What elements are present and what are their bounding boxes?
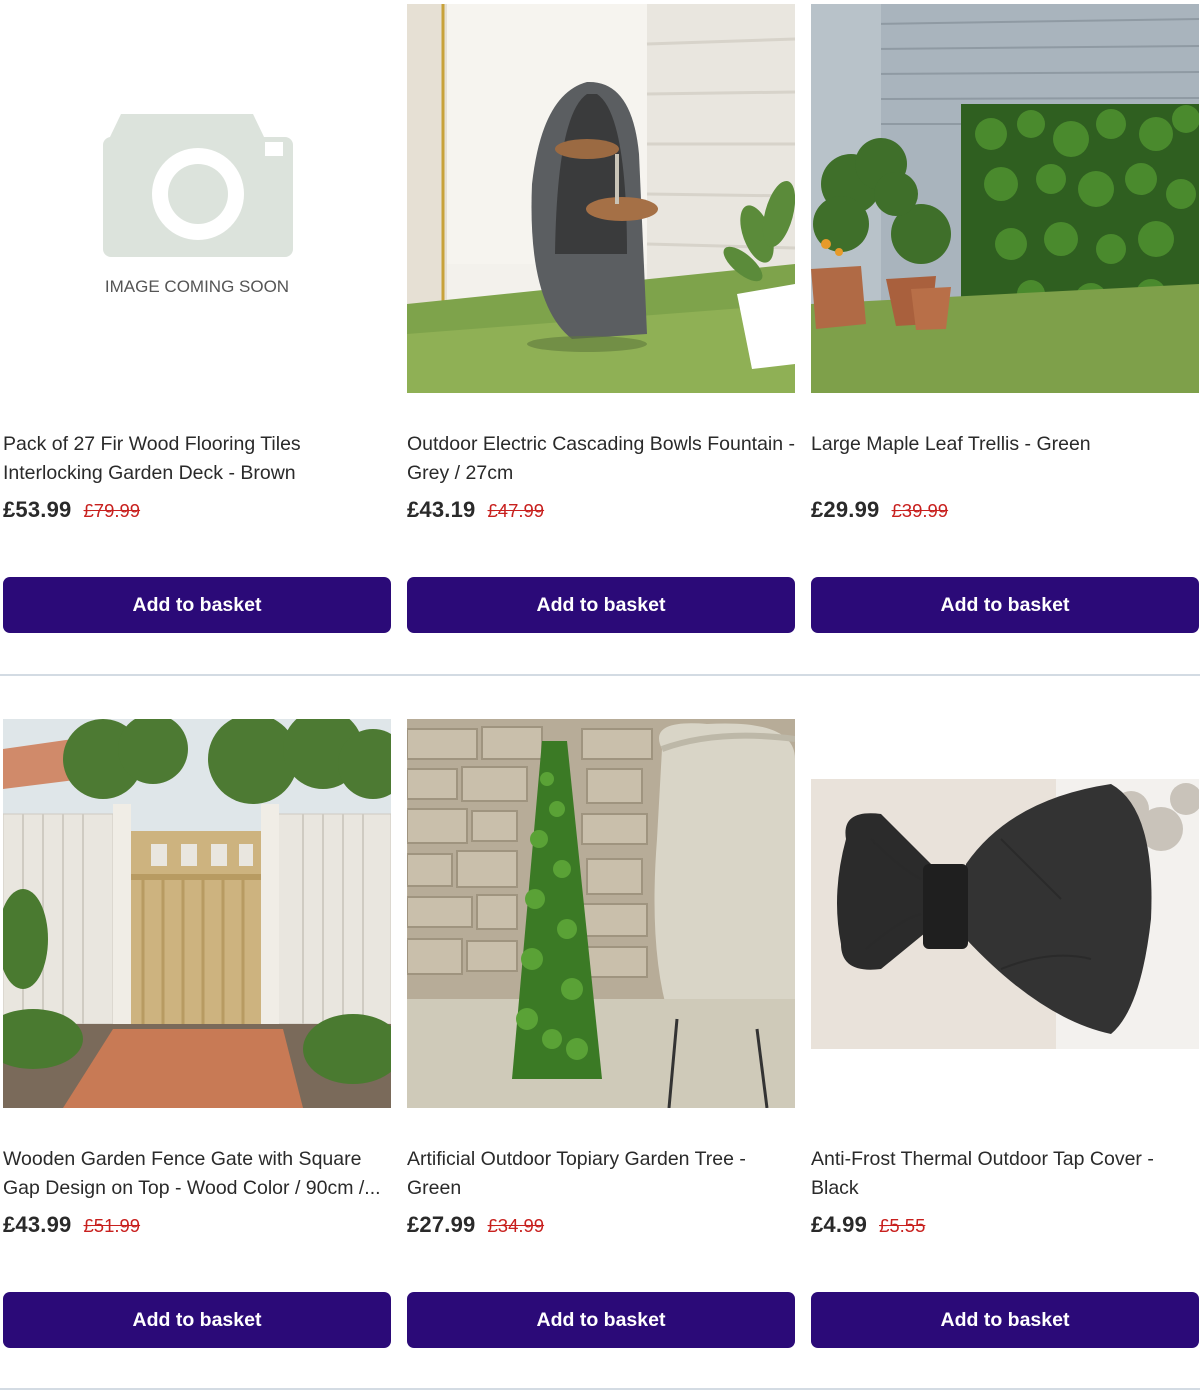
camera-placeholder-icon: IMAGE COMING SOON — [3, 4, 391, 393]
sale-price: £53.99 — [3, 497, 72, 522]
product-image[interactable] — [811, 719, 1199, 1108]
tap-cover-photo — [811, 719, 1199, 1108]
was-price: £47.99 — [487, 500, 545, 521]
product-title-line: Outdoor Electric Cascading Bowls Fountai… — [407, 433, 795, 455]
product-title-line: Interlocking Garden Deck - Brown — [3, 462, 296, 484]
sale-price: £29.99 — [811, 497, 880, 522]
price-block: £4.99 £5.55 — [811, 1212, 925, 1244]
sale-price: £4.99 — [811, 1212, 868, 1237]
product-title-line: Black — [811, 1177, 859, 1199]
add-to-basket-button[interactable]: Add to basket — [407, 577, 795, 633]
was-price: £34.99 — [487, 1215, 545, 1236]
product-title-line: Gap Design on Top - Wood Color / 90cm /.… — [3, 1177, 381, 1199]
product-image[interactable] — [407, 719, 795, 1108]
price-block: £29.99 £39.99 — [811, 497, 948, 529]
add-to-basket-button[interactable]: Add to basket — [811, 1292, 1199, 1348]
fountain-photo — [407, 4, 795, 393]
product-title-line: Green — [407, 1177, 462, 1199]
product-title-line: Large Maple Leaf Trellis - Green — [811, 433, 1091, 455]
product-title[interactable]: Artificial Outdoor Topiary Garden Tree -… — [407, 1145, 795, 1205]
add-to-basket-button[interactable]: Add to basket — [3, 1292, 391, 1348]
product-title[interactable]: Outdoor Electric Cascading Bowls Fountai… — [407, 430, 795, 490]
price-block: £43.99 £51.99 — [3, 1212, 140, 1244]
sale-price: £27.99 — [407, 1212, 476, 1237]
price-block: £53.99 £79.99 — [3, 497, 140, 529]
price-block: £27.99 £34.99 — [407, 1212, 544, 1244]
row-divider — [0, 674, 1200, 676]
product-title-line: Artificial Outdoor Topiary Garden Tree - — [407, 1148, 746, 1170]
product-title-line: Grey / 27cm — [407, 462, 514, 484]
product-title[interactable]: Pack of 27 Fir Wood Flooring Tiles Inter… — [3, 430, 391, 490]
was-price: £51.99 — [83, 1215, 141, 1236]
product-title-line: Pack of 27 Fir Wood Flooring Tiles — [3, 433, 301, 455]
sale-price: £43.99 — [3, 1212, 72, 1237]
product-title[interactable]: Wooden Garden Fence Gate with Square Gap… — [3, 1145, 391, 1205]
add-to-basket-button[interactable]: Add to basket — [407, 1292, 795, 1348]
product-image-placeholder[interactable]: IMAGE COMING SOON — [3, 4, 391, 393]
was-price: £39.99 — [891, 500, 949, 521]
product-image[interactable] — [407, 4, 795, 393]
product-image[interactable] — [811, 4, 1199, 393]
trellis-photo — [811, 4, 1199, 393]
add-to-basket-button[interactable]: Add to basket — [811, 577, 1199, 633]
add-to-basket-button[interactable]: Add to basket — [3, 577, 391, 633]
sale-price: £43.19 — [407, 497, 476, 522]
product-image[interactable] — [3, 719, 391, 1108]
was-price: £79.99 — [83, 500, 141, 521]
topiary-photo — [407, 719, 795, 1108]
row-divider — [0, 1388, 1200, 1390]
product-title[interactable]: Large Maple Leaf Trellis - Green — [811, 430, 1199, 490]
svg-text:IMAGE COMING SOON: IMAGE COMING SOON — [105, 277, 289, 296]
product-title-line: Wooden Garden Fence Gate with Square — [3, 1148, 362, 1170]
product-title-line: Anti-Frost Thermal Outdoor Tap Cover - — [811, 1148, 1154, 1170]
price-block: £43.19 £47.99 — [407, 497, 544, 529]
product-title[interactable]: Anti-Frost Thermal Outdoor Tap Cover - B… — [811, 1145, 1199, 1205]
gate-photo — [3, 719, 391, 1108]
was-price: £5.55 — [879, 1215, 926, 1236]
